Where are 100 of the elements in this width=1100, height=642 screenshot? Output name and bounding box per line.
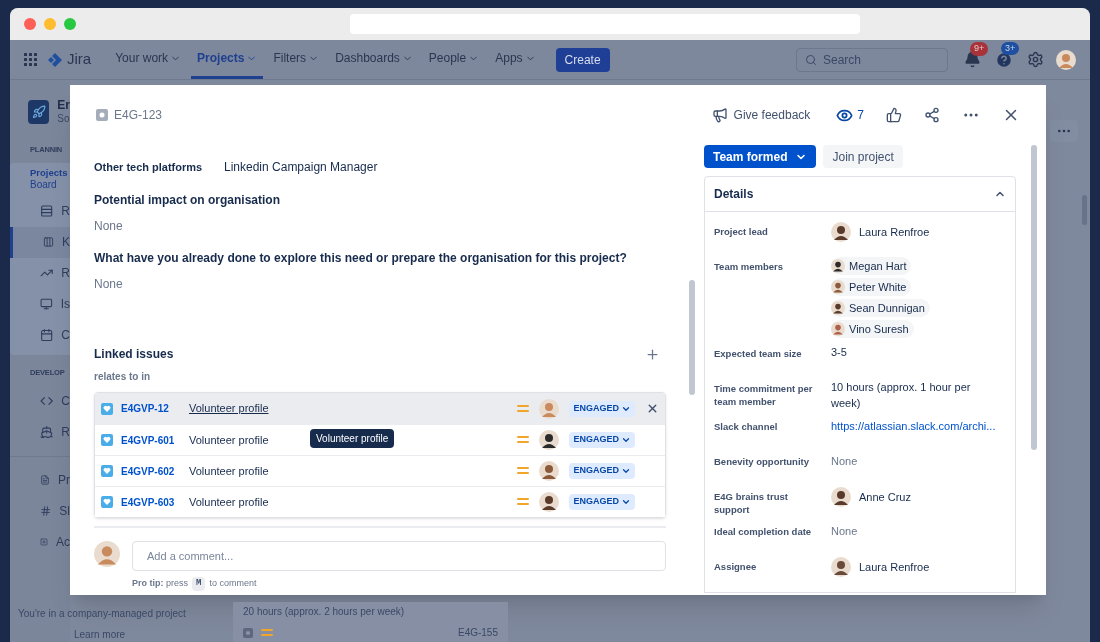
issue-key[interactable]: E4G-123: [114, 106, 163, 124]
person-avatar: [831, 280, 845, 294]
close-window-icon[interactable]: [24, 18, 36, 30]
detail-value: 3-5: [831, 345, 848, 360]
person-name[interactable]: Anne Cruz: [859, 488, 911, 506]
field-label: Other tech platforms: [94, 159, 204, 175]
create-button[interactable]: Create: [555, 47, 610, 72]
settings-icon[interactable]: [1027, 51, 1044, 68]
watch-button[interactable]: 7: [836, 106, 864, 124]
person-chip[interactable]: Peter White: [831, 278, 912, 296]
notifications-icon[interactable]: [964, 51, 981, 68]
add-icon[interactable]: [645, 346, 660, 362]
more-icon-button[interactable]: [1050, 120, 1078, 142]
jira-logo-icon[interactable]: [47, 51, 63, 68]
shortcut-key: M: [192, 577, 206, 591]
chevron-down-icon: [621, 435, 631, 445]
story-icon: [101, 465, 113, 477]
assignee-avatar: [539, 492, 560, 512]
detail-label: Slack channel: [714, 420, 779, 434]
scrollbar[interactable]: [1031, 145, 1037, 450]
person-avatar: [831, 487, 851, 507]
detail-label: Team members: [714, 260, 784, 274]
linked-issues-heading: Linked issues: [94, 346, 174, 363]
comment-field[interactable]: Add a comment...: [132, 541, 666, 571]
details-title: Details: [714, 186, 754, 203]
person-avatar: [831, 557, 851, 577]
assignee-avatar: [539, 398, 560, 419]
section-value: None: [94, 276, 124, 293]
details-header[interactable]: Details: [705, 177, 1015, 212]
person-avatar: [831, 222, 851, 242]
person-avatar: [831, 301, 845, 315]
person-name[interactable]: Laura Renfroe: [859, 558, 930, 576]
status-lozenge[interactable]: ENGAGED: [569, 494, 635, 510]
scrollbar[interactable]: [1082, 195, 1087, 225]
feedback-button[interactable]: Give feedback: [711, 106, 811, 124]
maximize-window-icon[interactable]: [64, 18, 76, 30]
nav-tab[interactable]: Dashboards: [329, 40, 419, 79]
section-heading: What have you already done to explore this need or prepare the organisation for this project?: [94, 250, 628, 267]
status-lozenge[interactable]: ENGAGED: [569, 463, 635, 479]
app-switcher-icon[interactable]: [24, 53, 37, 66]
project-avatar: [28, 100, 50, 124]
share-icon[interactable]: [924, 107, 940, 123]
card-key: E4G-155: [457, 625, 498, 640]
releases-icon: [40, 424, 54, 441]
nav-tab[interactable]: People: [422, 40, 486, 79]
detail-label: Time commitment per team member: [714, 382, 814, 409]
status-lozenge[interactable]: ENGAGED: [569, 400, 635, 417]
linked-issue-row[interactable]: E4GVP-602 Volunteer profile ENGAGED: [95, 455, 665, 486]
priority-icon: [517, 403, 530, 414]
detail-label: Expected team size: [714, 347, 803, 361]
status-button[interactable]: Team formed: [704, 145, 817, 168]
empty-value: None: [831, 454, 859, 469]
story-icon: [101, 496, 113, 508]
roadmap-icon: [40, 203, 54, 220]
project-name: Er: [57, 98, 70, 114]
assignee-avatar: [539, 461, 560, 481]
nav-tab[interactable]: Your work: [109, 40, 188, 79]
person-avatar: [831, 322, 845, 336]
profile-avatar: [1056, 49, 1076, 70]
nav-tab[interactable]: Apps: [489, 40, 542, 79]
thumbs-up-icon[interactable]: [886, 107, 902, 123]
linked-issue-row[interactable]: E4GVP-603 Volunteer profile ENGAGED: [95, 486, 665, 517]
scrollbar[interactable]: [689, 280, 695, 395]
detail-label: Assignee: [714, 560, 758, 574]
megaphone-icon: [711, 107, 728, 123]
issue-key-link[interactable]: E4GVP-601: [121, 432, 181, 448]
chevron-down-icon: [621, 466, 631, 476]
issue-summary[interactable]: Volunteer profile: [189, 431, 269, 449]
section-value: None: [94, 218, 124, 235]
detail-label: Benevity opportunity: [714, 455, 810, 469]
join-project-button[interactable]: Join project: [823, 145, 903, 168]
issue-summary[interactable]: Volunteer profile: [189, 462, 269, 480]
issue-type-icon: [243, 627, 253, 638]
detail-label: Project lead: [714, 225, 769, 239]
section-heading: Potential impact on organisation: [94, 192, 282, 209]
person-chip[interactable]: Vino Suresh: [831, 320, 914, 338]
issue-key-link[interactable]: E4GVP-602: [121, 463, 181, 479]
issue-summary[interactable]: Volunteer profile: [189, 493, 269, 511]
person-chip[interactable]: Megan Hart: [831, 257, 912, 275]
status-lozenge[interactable]: ENGAGED: [569, 432, 635, 448]
issue-key-link[interactable]: E4GVP-603: [121, 494, 181, 510]
notification-badge: 9+: [970, 42, 989, 56]
empty-value: None: [831, 524, 859, 539]
detail-value: 10 hours (approx. 1 hour per week): [831, 380, 972, 411]
story-icon: [101, 402, 113, 415]
search-icon: [805, 53, 817, 66]
slack-link[interactable]: https://atlassian.slack.com/archi...: [831, 417, 996, 435]
issue-key-link[interactable]: E4GVP-12: [121, 401, 181, 416]
tooltip: Volunteer profile: [310, 429, 395, 448]
person-chip[interactable]: Sean Dunnigan: [831, 299, 930, 317]
components-icon: [40, 327, 54, 344]
person-name[interactable]: Laura Renfroe: [859, 223, 930, 241]
priority-icon: [261, 627, 273, 638]
pro-tip-text: Pro tip: press: [132, 577, 188, 590]
linked-issue-row[interactable]: E4GVP-12 Volunteer profile ENGAGED: [95, 393, 665, 424]
issue-summary[interactable]: Volunteer profile: [189, 400, 269, 417]
assignee-avatar: [539, 430, 560, 450]
detail-label: E4G brains trust support: [714, 490, 789, 516]
pro-tip-end: to comment: [209, 577, 257, 590]
chevron-down-icon: [621, 497, 631, 507]
